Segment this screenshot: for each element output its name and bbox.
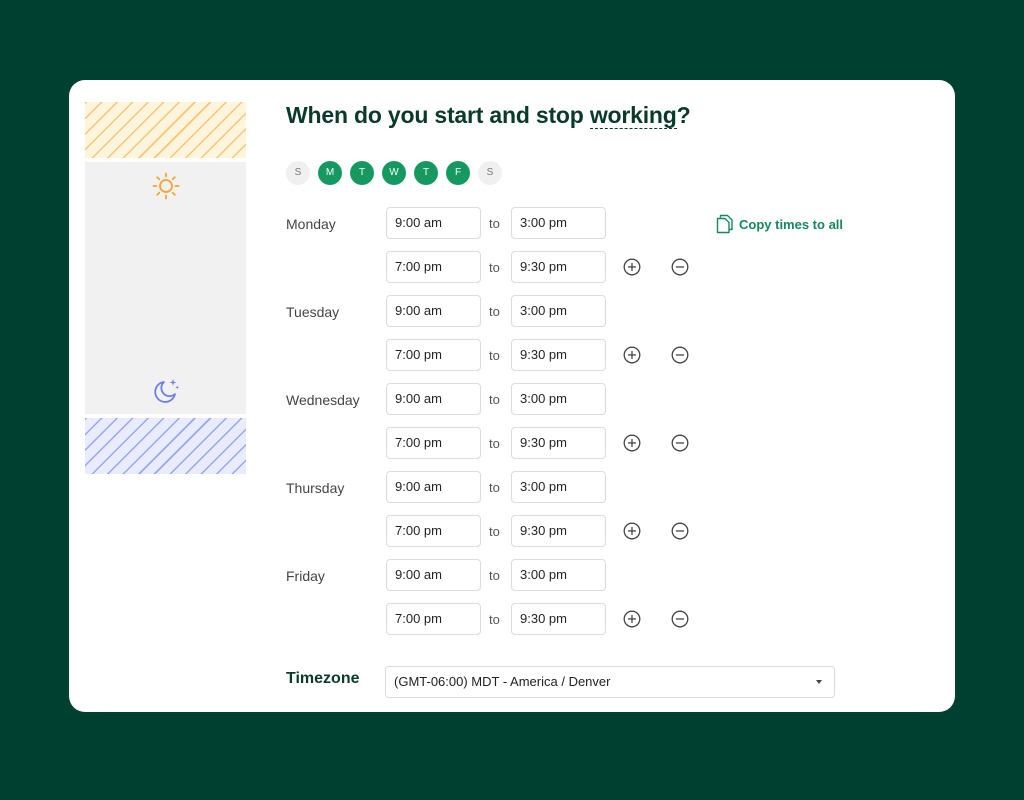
- start-time-input[interactable]: 7:00 pm: [386, 251, 481, 283]
- day-label-wednesday: Wednesday: [286, 392, 360, 408]
- plus-circle-icon[interactable]: [623, 258, 641, 276]
- start-time-input[interactable]: 7:00 pm: [386, 515, 481, 547]
- to-label: to: [489, 524, 500, 539]
- start-time-input[interactable]: 9:00 am: [386, 207, 481, 239]
- to-label: to: [489, 304, 500, 319]
- start-time-input[interactable]: 7:00 pm: [386, 427, 481, 459]
- timezone-select[interactable]: (GMT-06:00) MDT - America / Denver: [385, 666, 835, 698]
- sun-icon: [152, 172, 180, 200]
- end-time-input[interactable]: 9:30 pm: [511, 339, 606, 371]
- copy-times-button[interactable]: Copy times to all: [716, 213, 843, 235]
- title-emphasis: working: [589, 102, 677, 129]
- nighttime-hatch: [85, 418, 246, 474]
- end-time-input[interactable]: 3:00 pm: [511, 559, 606, 591]
- weekday-saturday[interactable]: S: [478, 161, 502, 185]
- weekday-monday[interactable]: M: [318, 161, 342, 185]
- start-time-input[interactable]: 9:00 am: [386, 295, 481, 327]
- end-time-input[interactable]: 9:30 pm: [511, 427, 606, 459]
- plus-circle-icon[interactable]: [623, 610, 641, 628]
- weekday-tuesday[interactable]: T: [350, 161, 374, 185]
- working-hours-card: When do you start and stop working? S M …: [69, 80, 955, 712]
- title-suffix: ?: [676, 102, 691, 128]
- to-label: to: [489, 568, 500, 583]
- start-time-input[interactable]: 9:00 am: [386, 383, 481, 415]
- minus-circle-icon[interactable]: [671, 610, 689, 628]
- plus-circle-icon[interactable]: [623, 346, 641, 364]
- end-time-input[interactable]: 9:30 pm: [511, 251, 606, 283]
- page-title: When do you start and stop working?: [286, 102, 691, 129]
- minus-circle-icon[interactable]: [671, 258, 689, 276]
- day-label-monday: Monday: [286, 216, 336, 232]
- daytime-hatch: [85, 102, 246, 158]
- day-label-friday: Friday: [286, 568, 325, 584]
- day-label-tuesday: Tuesday: [286, 304, 340, 320]
- minus-circle-icon[interactable]: [671, 522, 689, 540]
- weekday-friday[interactable]: F: [446, 161, 470, 185]
- to-label: to: [489, 348, 500, 363]
- caret-down-icon: [816, 680, 822, 684]
- minus-circle-icon[interactable]: [671, 346, 689, 364]
- end-time-input[interactable]: 9:30 pm: [511, 603, 606, 635]
- timezone-value: (GMT-06:00) MDT - America / Denver: [394, 674, 611, 689]
- end-time-input[interactable]: 3:00 pm: [511, 471, 606, 503]
- to-label: to: [489, 216, 500, 231]
- start-time-input[interactable]: 9:00 am: [386, 559, 481, 591]
- minus-circle-icon[interactable]: [671, 434, 689, 452]
- timezone-label: Timezone: [286, 670, 360, 687]
- to-label: to: [489, 260, 500, 275]
- end-time-input[interactable]: 9:30 pm: [511, 515, 606, 547]
- weekday-wednesday[interactable]: W: [382, 161, 406, 185]
- end-time-input[interactable]: 3:00 pm: [511, 295, 606, 327]
- plus-circle-icon[interactable]: [623, 434, 641, 452]
- to-label: to: [489, 612, 500, 627]
- day-label-thursday: Thursday: [286, 480, 345, 496]
- weekday-sunday[interactable]: S: [286, 161, 310, 185]
- start-time-input[interactable]: 7:00 pm: [386, 603, 481, 635]
- copy-icon: [716, 214, 733, 234]
- copy-times-label: Copy times to all: [739, 216, 844, 232]
- moon-icon: [154, 379, 179, 403]
- to-label: to: [489, 392, 500, 407]
- end-time-input[interactable]: 3:00 pm: [511, 207, 606, 239]
- to-label: to: [489, 436, 500, 451]
- start-time-input[interactable]: 9:00 am: [386, 471, 481, 503]
- weekday-thursday[interactable]: T: [414, 161, 438, 185]
- to-label: to: [489, 480, 500, 495]
- title-text: When do you start and stop: [286, 102, 590, 128]
- start-time-input[interactable]: 7:00 pm: [386, 339, 481, 371]
- plus-circle-icon[interactable]: [623, 522, 641, 540]
- end-time-input[interactable]: 3:00 pm: [511, 383, 606, 415]
